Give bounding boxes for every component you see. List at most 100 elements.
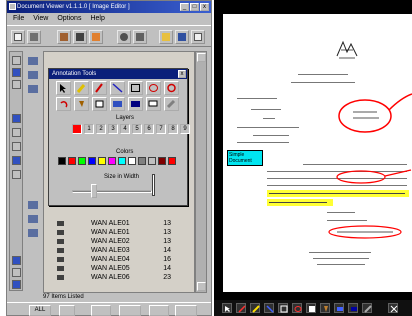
stamp-tool-button[interactable] (320, 303, 330, 313)
color-swatch[interactable] (128, 157, 136, 165)
color-swatch[interactable] (88, 157, 96, 165)
text-tool-button[interactable] (92, 97, 107, 111)
settings-button[interactable] (133, 30, 147, 44)
page-button[interactable] (59, 305, 75, 316)
document-button[interactable] (191, 30, 205, 44)
scan-button[interactable] (57, 30, 71, 44)
menu-options[interactable]: Options (57, 13, 81, 24)
layer-7-button[interactable]: 7 (156, 124, 166, 134)
pen-tool-button[interactable] (92, 81, 107, 95)
pen-tool-button[interactable] (236, 303, 246, 313)
folder-icon[interactable] (28, 71, 38, 79)
color-swatch[interactable] (158, 157, 166, 165)
ellipse-tool-button[interactable] (146, 81, 161, 95)
undo-tool-button[interactable] (56, 97, 71, 111)
maximize-button[interactable]: □ (190, 3, 199, 11)
size-slider-thumb[interactable] (90, 184, 97, 198)
left-nav-button[interactable] (12, 268, 21, 277)
note-tool-button[interactable] (110, 97, 125, 111)
color-swatch[interactable] (148, 157, 156, 165)
left-nav-button[interactable] (12, 114, 21, 123)
fax-button[interactable] (73, 30, 87, 44)
list-item[interactable]: WAN ALE01 13 (45, 219, 195, 228)
layer-3-button[interactable]: 3 (108, 124, 118, 134)
export-button[interactable] (175, 305, 197, 316)
all-button[interactable]: ALL (29, 305, 51, 316)
menu-view[interactable]: View (33, 13, 48, 24)
size-slider-track[interactable] (72, 190, 152, 193)
note-tool-button[interactable] (334, 303, 344, 313)
scroll-up-button[interactable] (197, 53, 206, 62)
layer-9-button[interactable]: 9 (180, 124, 190, 134)
stamp-tool-button[interactable] (74, 97, 89, 111)
line-tool-button[interactable] (110, 81, 125, 95)
callout-tool-button[interactable] (146, 97, 161, 111)
rectangle-tool-button[interactable] (128, 81, 143, 95)
pointer-tool-button[interactable] (222, 303, 232, 313)
highlighter-tool-button[interactable] (74, 81, 89, 95)
dialog-close-button[interactable]: x (178, 70, 186, 78)
open-folder-button[interactable] (159, 30, 173, 44)
list-item[interactable]: WAN ALE01 13 (45, 228, 195, 237)
new-button[interactable] (11, 30, 25, 44)
layer-6-button[interactable]: 6 (144, 124, 154, 134)
close-button[interactable]: x (200, 3, 209, 11)
search-button[interactable] (117, 30, 131, 44)
folder-icon[interactable] (28, 201, 38, 209)
layer-1-button[interactable]: 1 (84, 124, 94, 134)
color-swatch[interactable] (58, 157, 66, 165)
left-nav-button[interactable] (12, 256, 21, 265)
minimize-button[interactable]: _ (180, 3, 189, 11)
list-scrollbar[interactable] (195, 51, 207, 293)
color-swatch[interactable] (118, 157, 126, 165)
freehand-ellipse-tool-button[interactable] (164, 81, 179, 95)
menu-help[interactable]: Help (90, 13, 104, 24)
left-nav-button[interactable] (12, 142, 21, 151)
color-swatch[interactable] (168, 157, 176, 165)
scroll-down-button[interactable] (197, 282, 206, 291)
color-swatch[interactable] (78, 157, 86, 165)
color-swatch[interactable] (68, 157, 76, 165)
folder-icon[interactable] (28, 57, 38, 65)
layer-5-button[interactable]: 5 (132, 124, 142, 134)
list-item[interactable]: WAN ALE05 14 (45, 264, 195, 273)
view-button[interactable] (91, 305, 111, 316)
folder-icon[interactable] (28, 229, 38, 237)
ellipse-tool-button[interactable] (292, 303, 302, 313)
layer-4-button[interactable]: 4 (120, 124, 130, 134)
pointer-tool-button[interactable] (56, 81, 71, 95)
eraser-tool-button[interactable] (362, 303, 372, 313)
list-item[interactable]: WAN ALE06 23 (45, 273, 195, 282)
print-button[interactable] (27, 30, 41, 44)
layer-2-button[interactable]: 2 (96, 124, 106, 134)
cyan-callout-note[interactable]: Simple Document (227, 150, 263, 166)
list-item[interactable]: WAN ALE03 14 (45, 246, 195, 255)
eraser-tool-button[interactable] (164, 97, 179, 111)
line-tool-button[interactable] (264, 303, 274, 313)
left-nav-button[interactable] (12, 170, 21, 179)
left-nav-button[interactable] (12, 156, 21, 165)
mail-button[interactable] (89, 30, 103, 44)
rectangle-tool-button[interactable] (278, 303, 288, 313)
list-item[interactable]: WAN ALE04 16 (45, 255, 195, 264)
text-tool-button[interactable] (306, 303, 316, 313)
folder-icon[interactable] (28, 215, 38, 223)
back-button[interactable] (149, 305, 169, 316)
edit-button[interactable] (119, 305, 141, 316)
layer-8-button[interactable]: 8 (168, 124, 178, 134)
left-nav-button[interactable] (12, 68, 21, 77)
left-nav-button[interactable] (12, 280, 21, 289)
close-viewer-button[interactable] (388, 303, 398, 313)
left-nav-button[interactable] (12, 80, 21, 89)
highlighter-tool-button[interactable] (250, 303, 260, 313)
menu-file[interactable]: File (13, 13, 24, 24)
image-tool-button[interactable] (128, 97, 143, 111)
color-swatch[interactable] (138, 157, 146, 165)
left-nav-button[interactable] (12, 56, 21, 65)
save-button[interactable] (175, 30, 189, 44)
folder-icon[interactable] (28, 85, 38, 93)
left-nav-button[interactable] (12, 128, 21, 137)
color-swatch[interactable] (98, 157, 106, 165)
list-item[interactable]: WAN ALE02 13 (45, 237, 195, 246)
image-tool-button[interactable] (348, 303, 358, 313)
